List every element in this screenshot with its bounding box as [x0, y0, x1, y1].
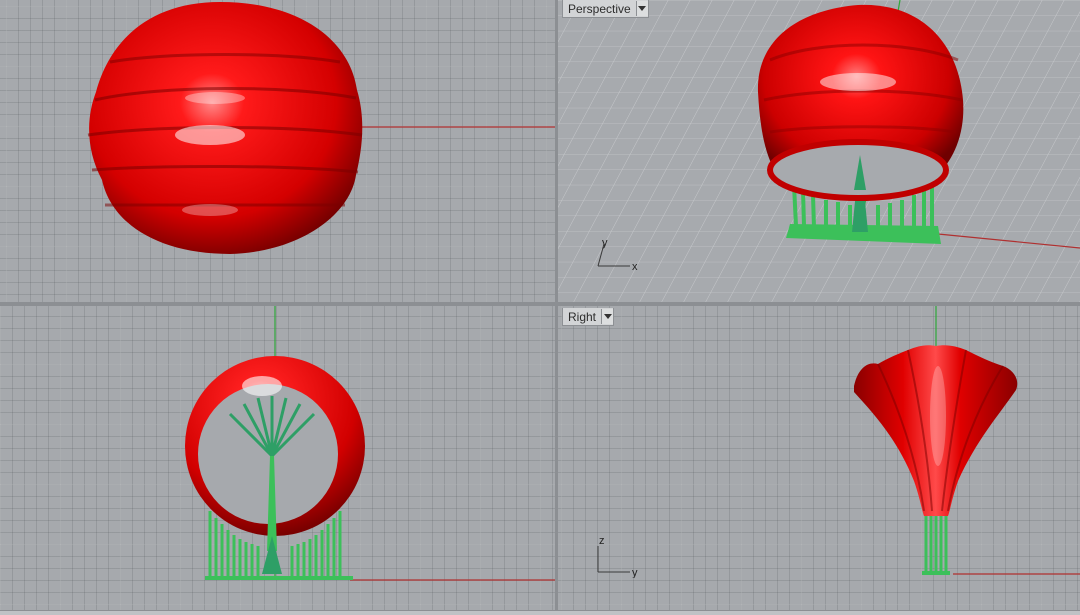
svg-text:y: y [602, 237, 608, 249]
support-pillars [924, 511, 948, 574]
viewport-front[interactable] [0, 306, 555, 610]
svg-text:y: y [632, 567, 638, 578]
svg-text:x: x [632, 261, 638, 273]
axis-triad-icon: y z [597, 535, 638, 578]
viewport-right[interactable]: Right y z [558, 306, 1080, 610]
viewport-perspective[interactable]: Perspective x y [558, 0, 1080, 302]
viewport-label: Perspective [568, 1, 631, 16]
support-base [205, 576, 353, 580]
chevron-down-icon[interactable] [601, 309, 614, 324]
front-view-scene [185, 306, 555, 581]
support-base [922, 571, 950, 575]
top-view-scene [87, 2, 555, 254]
viewport-label: Right [568, 309, 597, 324]
chevron-down-icon[interactable] [635, 1, 648, 16]
viewport-top[interactable] [0, 0, 555, 302]
viewport-title-right[interactable]: Right [562, 308, 615, 326]
axis-triad-icon: x y [597, 237, 638, 273]
status-strip [0, 611, 1080, 615]
svg-text:z: z [599, 535, 605, 547]
viewport-title-perspective[interactable]: Perspective [562, 0, 649, 18]
